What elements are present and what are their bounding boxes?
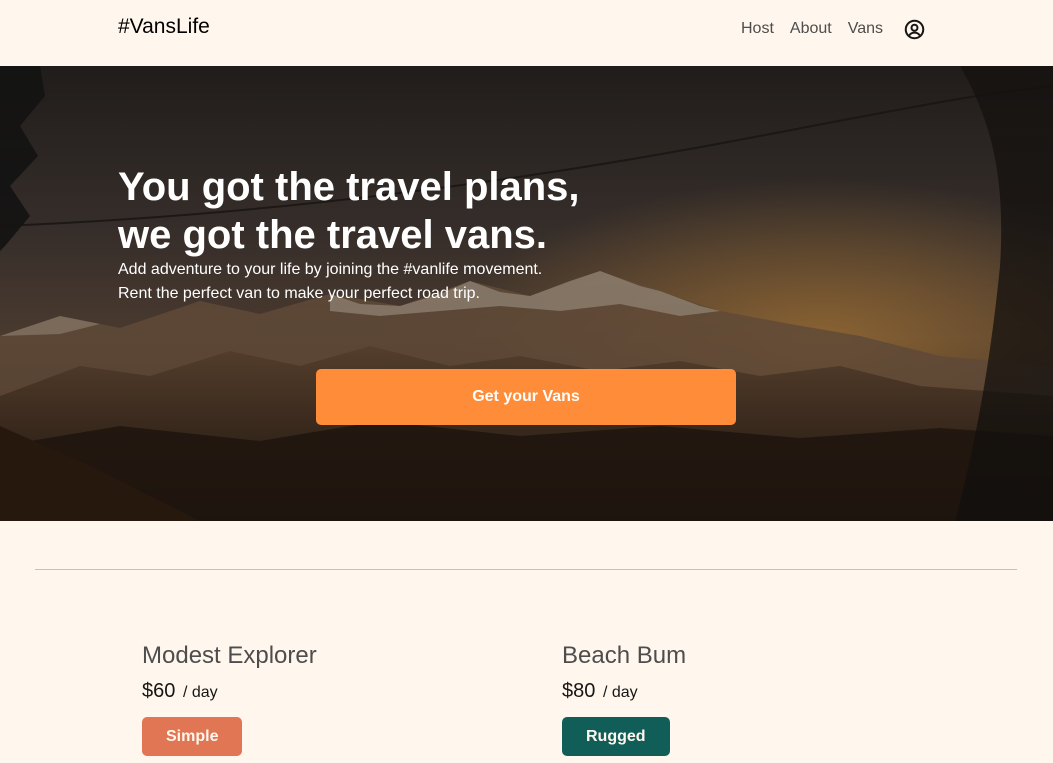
van-price-unit: / day — [182, 684, 218, 701]
section-divider — [35, 569, 1017, 570]
hero-subtitle-line-2: Rent the perfect van to make your perfec… — [118, 285, 480, 302]
nav-link-vans[interactable]: Vans — [848, 20, 883, 38]
van-type-badge[interactable]: Rugged — [562, 717, 670, 756]
van-card-modest-explorer[interactable]: Modest Explorer $60 / day Simple — [142, 640, 502, 756]
hero-subtitle: Add adventure to your life by joining th… — [118, 258, 638, 306]
hero-section: You got the travel plans, we got the tra… — [0, 66, 1053, 521]
van-price: $60 / day — [142, 678, 502, 706]
van-price-unit: / day — [602, 684, 638, 701]
hero-subtitle-line-1: Add adventure to your life by joining th… — [118, 261, 543, 278]
van-name: Modest Explorer — [142, 642, 317, 669]
van-price-amount: $60 — [142, 680, 176, 702]
van-type-badge[interactable]: Simple — [142, 717, 243, 756]
van-price: $80 / day — [562, 678, 922, 706]
nav-links: Host About Vans — [741, 0, 925, 58]
navbar: #VansLife Host About Vans — [0, 0, 1053, 66]
van-card-beach-bum[interactable]: Beach Bum $80 / day Rugged — [562, 640, 922, 756]
hero-title-line-2: we got the travel vans. — [118, 213, 548, 257]
site-logo[interactable]: #VansLife — [118, 15, 210, 39]
user-circle-icon[interactable] — [903, 18, 925, 40]
van-price-amount: $80 — [562, 680, 596, 702]
get-your-vans-button[interactable]: Get your Vans — [316, 369, 736, 425]
nav-link-host[interactable]: Host — [741, 20, 774, 38]
van-name: Beach Bum — [562, 642, 687, 669]
hero-title-line-1: You got the travel plans, — [118, 165, 580, 209]
nav-link-about[interactable]: About — [790, 20, 832, 38]
hero-title: You got the travel plans, we got the tra… — [118, 163, 678, 259]
